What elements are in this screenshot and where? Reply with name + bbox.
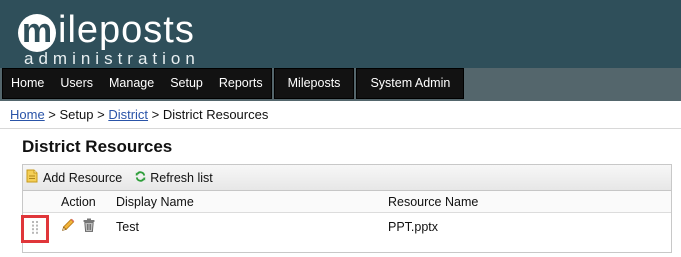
breadcrumb-home-link[interactable]: Home <box>10 107 45 122</box>
table-header-row: Action Display Name Resource Name <box>23 191 671 213</box>
divider <box>0 128 681 129</box>
page-title: District Resources <box>22 137 173 156</box>
breadcrumb: Home > Setup > District > District Resou… <box>10 107 268 122</box>
nav-item-reports[interactable]: Reports <box>211 69 271 98</box>
app-header: m ileposts administration Home Users Man… <box>0 0 681 101</box>
nav-item-system-admin[interactable]: System Admin <box>357 69 463 98</box>
nav-item-mileposts[interactable]: Mileposts <box>275 69 354 98</box>
breadcrumb-separator: > <box>93 107 109 122</box>
drag-handle[interactable] <box>21 215 49 243</box>
logo-subtitle: administration <box>24 49 200 68</box>
breadcrumb-setup: Setup <box>59 107 94 122</box>
add-resource-label: Add Resource <box>43 170 123 185</box>
refresh-list-label: Refresh list <box>150 170 213 185</box>
column-header-display-name[interactable]: Display Name <box>116 195 194 209</box>
nav-item-home[interactable]: Home <box>3 69 52 98</box>
nav-group-main: Home Users Manage Setup Reports <box>2 68 272 99</box>
nav-group-mileposts: Mileposts <box>273 68 355 99</box>
main-nav: Home Users Manage Setup Reports Milepost… <box>2 68 465 99</box>
nav-item-setup[interactable]: Setup <box>162 69 211 98</box>
breadcrumb-district-link[interactable]: District <box>108 107 148 122</box>
logo-circle-letter: m <box>18 14 56 52</box>
nav-item-manage[interactable]: Manage <box>101 69 162 98</box>
column-header-resource-name[interactable]: Resource Name <box>388 195 478 209</box>
table-row: Test PPT.pptx <box>21 213 671 243</box>
breadcrumb-current: District Resources <box>162 107 269 122</box>
pencil-icon[interactable] <box>61 218 75 235</box>
resource-name-cell: PPT.pptx <box>388 220 439 234</box>
resources-grid: Add Resource Refresh list Action Display… <box>21 164 672 253</box>
refresh-icon <box>135 170 150 185</box>
refresh-list-button[interactable]: Refresh list <box>135 171 213 185</box>
document-add-icon <box>26 169 43 186</box>
column-header-action: Action <box>61 195 96 209</box>
nav-group-system-admin: System Admin <box>356 68 465 99</box>
drag-handle-icon <box>32 221 38 237</box>
breadcrumb-separator: > <box>148 107 163 122</box>
display-name-cell: Test <box>116 220 139 234</box>
trash-icon[interactable] <box>83 218 95 235</box>
breadcrumb-separator: > <box>44 107 60 122</box>
nav-item-users[interactable]: Users <box>52 69 101 98</box>
add-resource-button[interactable]: Add Resource <box>26 169 122 186</box>
logo-word: ileposts <box>58 9 195 51</box>
grid-toolbar: Add Resource Refresh list <box>23 165 671 191</box>
